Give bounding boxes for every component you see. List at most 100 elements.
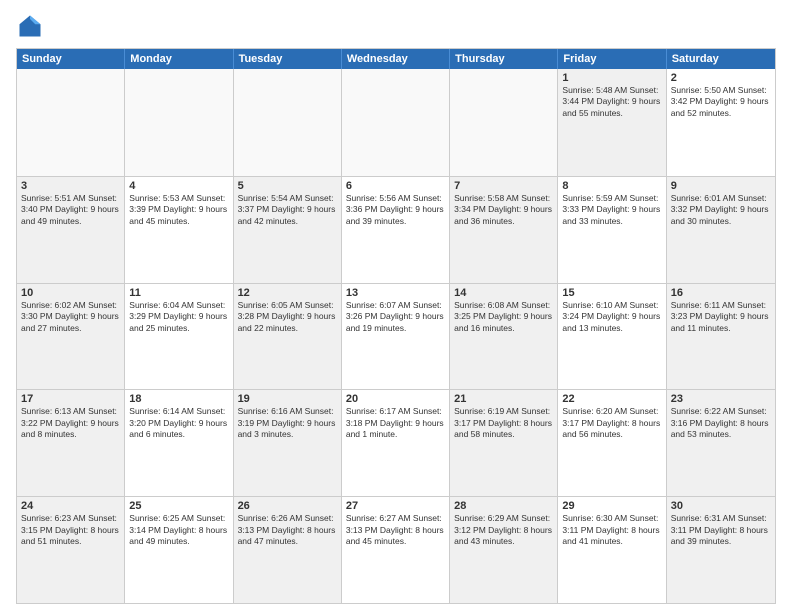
calendar-cell: 27Sunrise: 6:27 AM Sunset: 3:13 PM Dayli… xyxy=(342,497,450,603)
day-number: 10 xyxy=(21,287,120,299)
day-number: 27 xyxy=(346,500,445,512)
calendar-header-cell: Tuesday xyxy=(234,49,342,69)
day-info: Sunrise: 5:59 AM Sunset: 3:33 PM Dayligh… xyxy=(562,193,661,227)
day-info: Sunrise: 6:17 AM Sunset: 3:18 PM Dayligh… xyxy=(346,406,445,440)
calendar-cell: 22Sunrise: 6:20 AM Sunset: 3:17 PM Dayli… xyxy=(558,390,666,496)
day-number: 11 xyxy=(129,287,228,299)
calendar-cell: 28Sunrise: 6:29 AM Sunset: 3:12 PM Dayli… xyxy=(450,497,558,603)
day-info: Sunrise: 6:23 AM Sunset: 3:15 PM Dayligh… xyxy=(21,513,120,547)
day-info: Sunrise: 6:02 AM Sunset: 3:30 PM Dayligh… xyxy=(21,300,120,334)
day-info: Sunrise: 5:54 AM Sunset: 3:37 PM Dayligh… xyxy=(238,193,337,227)
day-number: 23 xyxy=(671,393,771,405)
calendar-header-cell: Friday xyxy=(558,49,666,69)
calendar-header: SundayMondayTuesdayWednesdayThursdayFrid… xyxy=(17,49,775,69)
calendar-row: 10Sunrise: 6:02 AM Sunset: 3:30 PM Dayli… xyxy=(17,283,775,390)
calendar-row: 3Sunrise: 5:51 AM Sunset: 3:40 PM Daylig… xyxy=(17,176,775,283)
calendar-cell: 4Sunrise: 5:53 AM Sunset: 3:39 PM Daylig… xyxy=(125,177,233,283)
day-number: 29 xyxy=(562,500,661,512)
day-info: Sunrise: 6:07 AM Sunset: 3:26 PM Dayligh… xyxy=(346,300,445,334)
day-info: Sunrise: 5:53 AM Sunset: 3:39 PM Dayligh… xyxy=(129,193,228,227)
calendar-cell: 6Sunrise: 5:56 AM Sunset: 3:36 PM Daylig… xyxy=(342,177,450,283)
calendar-cell: 9Sunrise: 6:01 AM Sunset: 3:32 PM Daylig… xyxy=(667,177,775,283)
day-number: 16 xyxy=(671,287,771,299)
calendar-header-cell: Saturday xyxy=(667,49,775,69)
calendar-cell xyxy=(17,69,125,176)
day-number: 2 xyxy=(671,72,771,84)
day-number: 15 xyxy=(562,287,661,299)
calendar-cell: 26Sunrise: 6:26 AM Sunset: 3:13 PM Dayli… xyxy=(234,497,342,603)
calendar-cell: 12Sunrise: 6:05 AM Sunset: 3:28 PM Dayli… xyxy=(234,284,342,390)
calendar-header-cell: Monday xyxy=(125,49,233,69)
header xyxy=(16,12,776,40)
day-number: 5 xyxy=(238,180,337,192)
page: SundayMondayTuesdayWednesdayThursdayFrid… xyxy=(0,0,792,612)
day-info: Sunrise: 6:10 AM Sunset: 3:24 PM Dayligh… xyxy=(562,300,661,334)
day-info: Sunrise: 5:51 AM Sunset: 3:40 PM Dayligh… xyxy=(21,193,120,227)
calendar-cell: 2Sunrise: 5:50 AM Sunset: 3:42 PM Daylig… xyxy=(667,69,775,176)
day-number: 18 xyxy=(129,393,228,405)
day-number: 28 xyxy=(454,500,553,512)
day-info: Sunrise: 6:20 AM Sunset: 3:17 PM Dayligh… xyxy=(562,406,661,440)
day-info: Sunrise: 6:08 AM Sunset: 3:25 PM Dayligh… xyxy=(454,300,553,334)
calendar-cell xyxy=(450,69,558,176)
calendar-cell: 5Sunrise: 5:54 AM Sunset: 3:37 PM Daylig… xyxy=(234,177,342,283)
calendar-cell: 23Sunrise: 6:22 AM Sunset: 3:16 PM Dayli… xyxy=(667,390,775,496)
day-number: 12 xyxy=(238,287,337,299)
day-info: Sunrise: 6:26 AM Sunset: 3:13 PM Dayligh… xyxy=(238,513,337,547)
day-number: 26 xyxy=(238,500,337,512)
day-number: 24 xyxy=(21,500,120,512)
calendar-cell: 15Sunrise: 6:10 AM Sunset: 3:24 PM Dayli… xyxy=(558,284,666,390)
calendar-cell: 21Sunrise: 6:19 AM Sunset: 3:17 PM Dayli… xyxy=(450,390,558,496)
calendar-cell: 30Sunrise: 6:31 AM Sunset: 3:11 PM Dayli… xyxy=(667,497,775,603)
day-info: Sunrise: 6:04 AM Sunset: 3:29 PM Dayligh… xyxy=(129,300,228,334)
day-info: Sunrise: 6:25 AM Sunset: 3:14 PM Dayligh… xyxy=(129,513,228,547)
day-number: 30 xyxy=(671,500,771,512)
day-info: Sunrise: 6:11 AM Sunset: 3:23 PM Dayligh… xyxy=(671,300,771,334)
calendar-cell: 29Sunrise: 6:30 AM Sunset: 3:11 PM Dayli… xyxy=(558,497,666,603)
day-number: 19 xyxy=(238,393,337,405)
calendar-cell: 10Sunrise: 6:02 AM Sunset: 3:30 PM Dayli… xyxy=(17,284,125,390)
calendar-cell: 1Sunrise: 5:48 AM Sunset: 3:44 PM Daylig… xyxy=(558,69,666,176)
day-info: Sunrise: 6:22 AM Sunset: 3:16 PM Dayligh… xyxy=(671,406,771,440)
calendar-header-cell: Sunday xyxy=(17,49,125,69)
day-number: 13 xyxy=(346,287,445,299)
day-info: Sunrise: 6:31 AM Sunset: 3:11 PM Dayligh… xyxy=(671,513,771,547)
day-info: Sunrise: 6:19 AM Sunset: 3:17 PM Dayligh… xyxy=(454,406,553,440)
calendar-cell xyxy=(342,69,450,176)
day-info: Sunrise: 6:27 AM Sunset: 3:13 PM Dayligh… xyxy=(346,513,445,547)
day-info: Sunrise: 5:48 AM Sunset: 3:44 PM Dayligh… xyxy=(562,85,661,119)
day-number: 22 xyxy=(562,393,661,405)
day-info: Sunrise: 6:29 AM Sunset: 3:12 PM Dayligh… xyxy=(454,513,553,547)
day-info: Sunrise: 6:01 AM Sunset: 3:32 PM Dayligh… xyxy=(671,193,771,227)
calendar-cell: 24Sunrise: 6:23 AM Sunset: 3:15 PM Dayli… xyxy=(17,497,125,603)
calendar-cell: 17Sunrise: 6:13 AM Sunset: 3:22 PM Dayli… xyxy=(17,390,125,496)
day-info: Sunrise: 6:16 AM Sunset: 3:19 PM Dayligh… xyxy=(238,406,337,440)
day-number: 6 xyxy=(346,180,445,192)
day-number: 25 xyxy=(129,500,228,512)
day-info: Sunrise: 6:14 AM Sunset: 3:20 PM Dayligh… xyxy=(129,406,228,440)
calendar-cell: 8Sunrise: 5:59 AM Sunset: 3:33 PM Daylig… xyxy=(558,177,666,283)
day-number: 14 xyxy=(454,287,553,299)
day-number: 7 xyxy=(454,180,553,192)
calendar-cell: 20Sunrise: 6:17 AM Sunset: 3:18 PM Dayli… xyxy=(342,390,450,496)
calendar-cell: 25Sunrise: 6:25 AM Sunset: 3:14 PM Dayli… xyxy=(125,497,233,603)
calendar-row: 17Sunrise: 6:13 AM Sunset: 3:22 PM Dayli… xyxy=(17,389,775,496)
day-number: 8 xyxy=(562,180,661,192)
calendar-cell: 3Sunrise: 5:51 AM Sunset: 3:40 PM Daylig… xyxy=(17,177,125,283)
calendar-cell xyxy=(234,69,342,176)
day-number: 1 xyxy=(562,72,661,84)
calendar-header-cell: Wednesday xyxy=(342,49,450,69)
calendar-cell: 16Sunrise: 6:11 AM Sunset: 3:23 PM Dayli… xyxy=(667,284,775,390)
calendar-cell xyxy=(125,69,233,176)
day-info: Sunrise: 6:30 AM Sunset: 3:11 PM Dayligh… xyxy=(562,513,661,547)
calendar-cell: 13Sunrise: 6:07 AM Sunset: 3:26 PM Dayli… xyxy=(342,284,450,390)
calendar-row: 24Sunrise: 6:23 AM Sunset: 3:15 PM Dayli… xyxy=(17,496,775,603)
calendar-cell: 11Sunrise: 6:04 AM Sunset: 3:29 PM Dayli… xyxy=(125,284,233,390)
calendar-cell: 19Sunrise: 6:16 AM Sunset: 3:19 PM Dayli… xyxy=(234,390,342,496)
calendar-cell: 18Sunrise: 6:14 AM Sunset: 3:20 PM Dayli… xyxy=(125,390,233,496)
day-number: 3 xyxy=(21,180,120,192)
day-number: 17 xyxy=(21,393,120,405)
day-info: Sunrise: 6:05 AM Sunset: 3:28 PM Dayligh… xyxy=(238,300,337,334)
day-number: 20 xyxy=(346,393,445,405)
calendar-cell: 7Sunrise: 5:58 AM Sunset: 3:34 PM Daylig… xyxy=(450,177,558,283)
